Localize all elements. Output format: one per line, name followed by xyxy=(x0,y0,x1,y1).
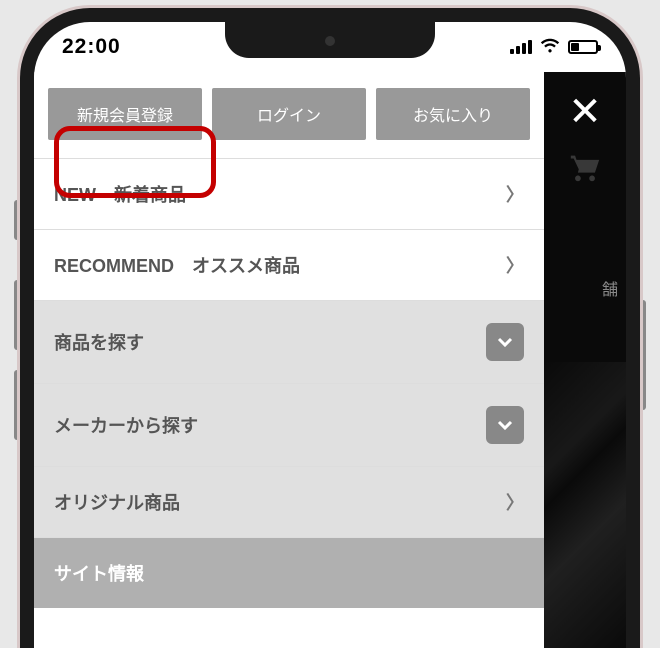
overlay-backdrop[interactable]: ✕ 舗 xyxy=(544,72,626,648)
menu-original-products[interactable]: オリジナル商品 〉 xyxy=(34,467,544,538)
chevron-down-icon xyxy=(497,337,513,347)
camera-dot xyxy=(325,36,335,46)
status-icons xyxy=(510,35,598,59)
cart-icon xyxy=(567,150,603,184)
top-buttons-row: 新規会員登録 ログイン お気に入り xyxy=(34,72,544,159)
content-area: 新規会員登録 ログイン お気に入り NEW 新着商品 〉 RECOMMEND オ… xyxy=(34,72,626,648)
chevron-right-icon: 〉 xyxy=(506,252,524,278)
phone-power-button xyxy=(640,300,646,410)
menu-panel: 新規会員登録 ログイン お気に入り NEW 新着商品 〉 RECOMMEND オ… xyxy=(34,72,544,648)
menu-new-items[interactable]: NEW 新着商品 〉 xyxy=(34,159,544,230)
favorites-button[interactable]: お気に入り xyxy=(376,88,530,140)
menu-label: サイト情報 xyxy=(54,560,144,586)
menu-recommend[interactable]: RECOMMEND オススメ商品 〉 xyxy=(34,230,544,301)
menu-search-products[interactable]: 商品を探す xyxy=(34,301,544,384)
phone-frame: 22:00 新規会員登録 ログイン お気に入り NEW 新着商品 〉 xyxy=(20,8,640,648)
store-label: 舗 xyxy=(602,276,618,300)
close-icon[interactable]: ✕ xyxy=(568,92,602,132)
menu-label: メーカーから探す xyxy=(54,412,198,438)
menu-site-info[interactable]: サイト情報 xyxy=(34,538,544,608)
phone-notch xyxy=(225,22,435,58)
expand-button[interactable] xyxy=(486,323,524,361)
menu-label: オリジナル商品 xyxy=(54,489,180,515)
chevron-down-icon xyxy=(497,420,513,430)
background-pattern xyxy=(544,362,626,648)
login-button[interactable]: ログイン xyxy=(212,88,366,140)
battery-icon xyxy=(568,40,598,54)
signal-icon xyxy=(510,40,532,54)
chevron-right-icon: 〉 xyxy=(506,181,524,207)
chevron-right-icon: 〉 xyxy=(506,489,524,515)
register-button[interactable]: 新規会員登録 xyxy=(48,88,202,140)
expand-button[interactable] xyxy=(486,406,524,444)
menu-label: RECOMMEND オススメ商品 xyxy=(54,252,300,278)
wifi-icon xyxy=(540,35,560,59)
menu-label: 商品を探す xyxy=(54,329,144,355)
status-time: 22:00 xyxy=(62,35,121,59)
menu-label: NEW 新着商品 xyxy=(54,181,186,207)
menu-search-by-maker[interactable]: メーカーから探す xyxy=(34,384,544,467)
